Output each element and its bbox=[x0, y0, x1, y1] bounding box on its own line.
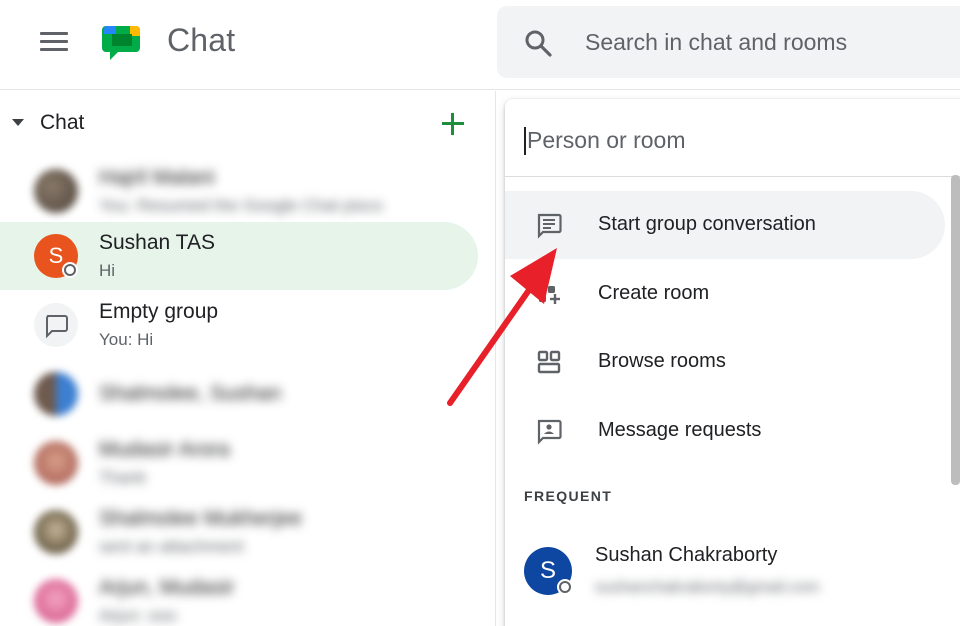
text-cursor bbox=[524, 127, 526, 155]
conversation-subtitle: sent an attachment bbox=[99, 537, 244, 556]
avatar bbox=[34, 441, 78, 485]
contact-name: Sushan Chakraborty bbox=[595, 544, 778, 566]
chat-lines-icon bbox=[537, 213, 562, 239]
conversation-item[interactable]: Empty group You: Hi bbox=[0, 291, 478, 359]
conversation-name: Arjun, Mudasir bbox=[99, 576, 235, 599]
menu-label: Message requests bbox=[598, 419, 762, 441]
person-or-room-field[interactable]: Person or room bbox=[505, 99, 960, 177]
menu-label: Browse rooms bbox=[598, 350, 726, 372]
app-title: Chat bbox=[167, 22, 236, 58]
conversation-name: Shalmolee Mukherjee bbox=[99, 507, 303, 530]
conversation-item[interactable]: Hajril Malani You: Resumed the Google Ch… bbox=[0, 157, 478, 225]
hamburger-menu-icon[interactable] bbox=[36, 26, 76, 58]
chat-section-header[interactable]: Chat bbox=[0, 91, 496, 155]
conversation-item[interactable]: Mudasir Arora Thank bbox=[0, 429, 478, 497]
scrollbar[interactable] bbox=[951, 175, 960, 485]
search-bar[interactable]: Search in chat and rooms bbox=[497, 6, 960, 78]
conversation-subtitle: Hi bbox=[99, 261, 116, 280]
conversation-name: Sushan TAS bbox=[99, 231, 215, 254]
conversation-item[interactable]: Arjun, Mudasir Arjun: ooo bbox=[0, 567, 478, 626]
conversation-name: Shalmolee, Sushan bbox=[99, 382, 282, 405]
avatar bbox=[34, 579, 78, 623]
conversation-subtitle: You: Resumed the Google Chat pisco bbox=[99, 196, 383, 215]
google-chat-logo-icon bbox=[102, 26, 140, 60]
search-icon[interactable] bbox=[523, 28, 553, 58]
search-input[interactable]: Search in chat and rooms bbox=[585, 29, 847, 56]
menu-label: Create room bbox=[598, 282, 710, 304]
plus-icon[interactable] bbox=[436, 107, 470, 141]
chat-sidebar: Chat Hajril Malani You: Resumed the Goog… bbox=[0, 91, 496, 626]
frequent-section-label: FREQUENT bbox=[524, 488, 613, 504]
chat-bubble-icon bbox=[34, 303, 78, 347]
avatar bbox=[34, 169, 78, 213]
section-title: Chat bbox=[40, 111, 85, 134]
annotation-arrow-icon bbox=[447, 248, 557, 406]
contact-email: sushanchakraborty@gmail.com bbox=[595, 579, 820, 596]
conversation-name: Mudasir Arora bbox=[99, 438, 230, 461]
conversation-subtitle: Arjun: ooo bbox=[99, 606, 177, 625]
conversation-name: Empty group bbox=[99, 300, 219, 323]
presence-status-icon bbox=[62, 262, 78, 278]
message-requests-icon bbox=[537, 419, 562, 445]
conversation-subtitle: Thank bbox=[99, 468, 147, 487]
browse-rooms-item[interactable]: Browse rooms bbox=[505, 328, 945, 396]
menu-label: Start group conversation bbox=[598, 213, 816, 235]
conversation-item-selected[interactable]: S Sushan TAS Hi bbox=[0, 222, 478, 290]
conversation-item[interactable]: Shalmolee Mukherjee sent an attachment bbox=[0, 498, 478, 566]
avatar bbox=[34, 372, 78, 416]
new-chat-dropdown: Person or room Start group conversation … bbox=[505, 99, 960, 626]
message-requests-item[interactable]: Message requests bbox=[505, 397, 945, 465]
conversation-name: Hajril Malani bbox=[99, 166, 215, 189]
person-or-room-input[interactable]: Person or room bbox=[527, 127, 686, 154]
frequent-contact-item[interactable]: S Sushan Chakraborty sushanchakraborty@g… bbox=[505, 527, 955, 607]
presence-status-icon bbox=[557, 579, 573, 595]
conversation-subtitle: You: Hi bbox=[99, 330, 154, 349]
start-group-conversation-item[interactable]: Start group conversation bbox=[505, 191, 945, 259]
conversation-item[interactable]: Shalmolee, Sushan bbox=[0, 360, 478, 428]
caret-down-icon[interactable] bbox=[12, 119, 24, 126]
app-header: Chat Search in chat and rooms bbox=[0, 0, 960, 90]
create-room-item[interactable]: Create room bbox=[505, 260, 945, 328]
avatar bbox=[34, 510, 78, 554]
